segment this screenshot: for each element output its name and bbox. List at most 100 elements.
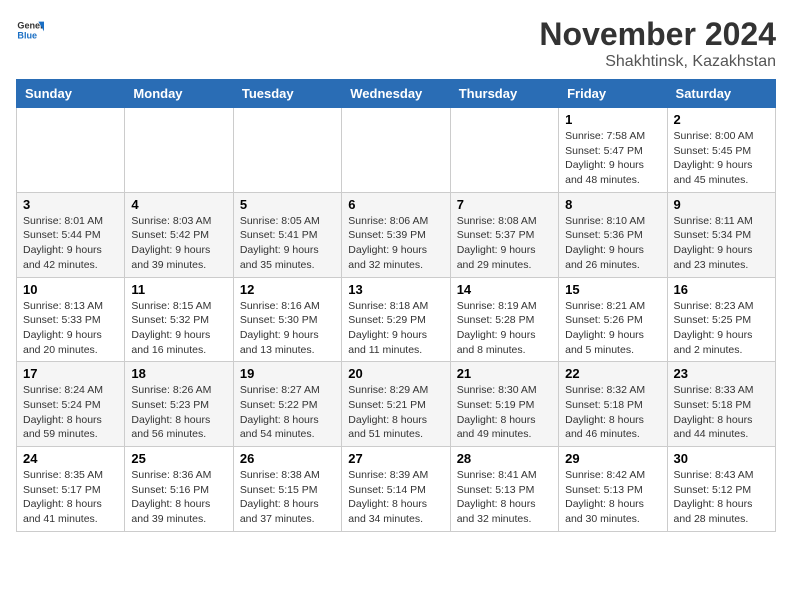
day-number: 11 bbox=[131, 282, 226, 297]
day-number: 24 bbox=[23, 451, 118, 466]
calendar-table: SundayMondayTuesdayWednesdayThursdayFrid… bbox=[16, 79, 776, 532]
calendar-week-row: 17 Sunrise: 8:24 AM Sunset: 5:24 PM Dayli… bbox=[17, 362, 776, 447]
svg-text:Blue: Blue bbox=[17, 30, 37, 40]
day-info: Sunrise: 8:24 AM Sunset: 5:24 PM Dayligh… bbox=[23, 383, 118, 442]
calendar-week-row: 24 Sunrise: 8:35 AM Sunset: 5:17 PM Dayli… bbox=[17, 447, 776, 532]
logo: General Blue bbox=[16, 16, 44, 44]
calendar-cell: 14 Sunrise: 8:19 AM Sunset: 5:28 PM Dayli… bbox=[450, 277, 558, 362]
calendar-cell: 5 Sunrise: 8:05 AM Sunset: 5:41 PM Daylig… bbox=[233, 192, 341, 277]
day-number: 8 bbox=[565, 197, 660, 212]
day-info: Sunrise: 8:42 AM Sunset: 5:13 PM Dayligh… bbox=[565, 468, 660, 527]
day-info: Sunrise: 8:06 AM Sunset: 5:39 PM Dayligh… bbox=[348, 214, 443, 273]
calendar-cell: 1 Sunrise: 7:58 AM Sunset: 5:47 PM Daylig… bbox=[559, 108, 667, 193]
weekday-header-monday: Monday bbox=[125, 80, 233, 108]
header: General Blue November 2024 Shakhtinsk, K… bbox=[16, 16, 776, 71]
calendar-cell: 7 Sunrise: 8:08 AM Sunset: 5:37 PM Daylig… bbox=[450, 192, 558, 277]
day-info: Sunrise: 8:15 AM Sunset: 5:32 PM Dayligh… bbox=[131, 299, 226, 358]
calendar-cell: 21 Sunrise: 8:30 AM Sunset: 5:19 PM Dayli… bbox=[450, 362, 558, 447]
calendar-cell: 9 Sunrise: 8:11 AM Sunset: 5:34 PM Daylig… bbox=[667, 192, 775, 277]
weekday-header-sunday: Sunday bbox=[17, 80, 125, 108]
calendar-cell bbox=[233, 108, 341, 193]
day-number: 4 bbox=[131, 197, 226, 212]
calendar-cell: 25 Sunrise: 8:36 AM Sunset: 5:16 PM Dayli… bbox=[125, 447, 233, 532]
day-info: Sunrise: 8:10 AM Sunset: 5:36 PM Dayligh… bbox=[565, 214, 660, 273]
calendar-week-row: 1 Sunrise: 7:58 AM Sunset: 5:47 PM Daylig… bbox=[17, 108, 776, 193]
weekday-header-friday: Friday bbox=[559, 80, 667, 108]
calendar-cell: 19Sunrise: 8:27 AM Sunset: 5:22 PM Dayli… bbox=[233, 362, 341, 447]
day-number: 1 bbox=[565, 112, 660, 127]
day-info: Sunrise: 8:35 AM Sunset: 5:17 PM Dayligh… bbox=[23, 468, 118, 527]
day-info: Sunrise: 8:18 AM Sunset: 5:29 PM Dayligh… bbox=[348, 299, 443, 358]
day-info: Sunrise: 8:05 AM Sunset: 5:41 PM Dayligh… bbox=[240, 214, 335, 273]
day-number: 14 bbox=[457, 282, 552, 297]
day-number: 27 bbox=[348, 451, 443, 466]
day-info: Sunrise: 8:13 AM Sunset: 5:33 PM Dayligh… bbox=[23, 299, 118, 358]
day-info: Sunrise: 8:19 AM Sunset: 5:28 PM Dayligh… bbox=[457, 299, 552, 358]
calendar-cell: 30 Sunrise: 8:43 AM Sunset: 5:12 PM Dayli… bbox=[667, 447, 775, 532]
calendar-cell: 22Sunrise: 8:32 AM Sunset: 5:18 PM Dayli… bbox=[559, 362, 667, 447]
day-number: 5 bbox=[240, 197, 335, 212]
day-info: Sunrise: 8:38 AM Sunset: 5:15 PM Dayligh… bbox=[240, 468, 335, 527]
calendar-cell: 13 Sunrise: 8:18 AM Sunset: 5:29 PM Dayli… bbox=[342, 277, 450, 362]
day-number: 28 bbox=[457, 451, 552, 466]
day-number: 13 bbox=[348, 282, 443, 297]
day-info: Sunrise: 8:08 AM Sunset: 5:37 PM Dayligh… bbox=[457, 214, 552, 273]
weekday-header-thursday: Thursday bbox=[450, 80, 558, 108]
day-info: Sunrise: 8:01 AM Sunset: 5:44 PM Dayligh… bbox=[23, 214, 118, 273]
day-info: Sunrise: 8:39 AM Sunset: 5:14 PM Dayligh… bbox=[348, 468, 443, 527]
day-number: 18 bbox=[131, 366, 226, 381]
day-info: Sunrise: 8:43 AM Sunset: 5:12 PM Dayligh… bbox=[674, 468, 769, 527]
calendar-cell: 3 Sunrise: 8:01 AM Sunset: 5:44 PM Daylig… bbox=[17, 192, 125, 277]
day-number: 7 bbox=[457, 197, 552, 212]
day-number: 6 bbox=[348, 197, 443, 212]
calendar-cell: 8 Sunrise: 8:10 AM Sunset: 5:36 PM Daylig… bbox=[559, 192, 667, 277]
calendar-cell: 16 Sunrise: 8:23 AM Sunset: 5:25 PM Dayli… bbox=[667, 277, 775, 362]
calendar-cell: 18Sunrise: 8:26 AM Sunset: 5:23 PM Dayli… bbox=[125, 362, 233, 447]
calendar-cell: 6 Sunrise: 8:06 AM Sunset: 5:39 PM Daylig… bbox=[342, 192, 450, 277]
day-info: Sunrise: 8:30 AM Sunset: 5:19 PM Dayligh… bbox=[457, 383, 552, 442]
day-number: 26 bbox=[240, 451, 335, 466]
weekday-header-row: SundayMondayTuesdayWednesdayThursdayFrid… bbox=[17, 80, 776, 108]
day-info: Sunrise: 7:58 AM Sunset: 5:47 PM Dayligh… bbox=[565, 129, 660, 188]
day-number: 3 bbox=[23, 197, 118, 212]
location-subtitle: Shakhtinsk, Kazakhstan bbox=[539, 53, 776, 71]
day-info: Sunrise: 8:29 AM Sunset: 5:21 PM Dayligh… bbox=[348, 383, 443, 442]
day-info: Sunrise: 8:32 AM Sunset: 5:18 PM Dayligh… bbox=[565, 383, 660, 442]
calendar-cell: 15Sunrise: 8:21 AM Sunset: 5:26 PM Dayli… bbox=[559, 277, 667, 362]
calendar-cell: 10 Sunrise: 8:13 AM Sunset: 5:33 PM Dayli… bbox=[17, 277, 125, 362]
calendar-cell bbox=[17, 108, 125, 193]
calendar-cell: 29 Sunrise: 8:42 AM Sunset: 5:13 PM Dayli… bbox=[559, 447, 667, 532]
day-info: Sunrise: 8:36 AM Sunset: 5:16 PM Dayligh… bbox=[131, 468, 226, 527]
calendar-cell: 28 Sunrise: 8:41 AM Sunset: 5:13 PM Dayli… bbox=[450, 447, 558, 532]
day-number: 2 bbox=[674, 112, 769, 127]
calendar-cell: 17 Sunrise: 8:24 AM Sunset: 5:24 PM Dayli… bbox=[17, 362, 125, 447]
day-number: 21 bbox=[457, 366, 552, 381]
day-info: Sunrise: 8:00 AM Sunset: 5:45 PM Dayligh… bbox=[674, 129, 769, 188]
day-number: 16 bbox=[674, 282, 769, 297]
day-info: Sunrise: 8:41 AM Sunset: 5:13 PM Dayligh… bbox=[457, 468, 552, 527]
calendar-cell: 12Sunrise: 8:16 AM Sunset: 5:30 PM Dayli… bbox=[233, 277, 341, 362]
calendar-cell bbox=[125, 108, 233, 193]
day-info: Sunrise: 8:11 AM Sunset: 5:34 PM Dayligh… bbox=[674, 214, 769, 273]
calendar-cell bbox=[342, 108, 450, 193]
day-number: 29 bbox=[565, 451, 660, 466]
day-info: Sunrise: 8:23 AM Sunset: 5:25 PM Dayligh… bbox=[674, 299, 769, 358]
day-number: 19 bbox=[240, 366, 335, 381]
day-number: 23 bbox=[674, 366, 769, 381]
day-number: 30 bbox=[674, 451, 769, 466]
day-number: 10 bbox=[23, 282, 118, 297]
calendar-cell: 20 Sunrise: 8:29 AM Sunset: 5:21 PM Dayli… bbox=[342, 362, 450, 447]
calendar-cell: 11 Sunrise: 8:15 AM Sunset: 5:32 PM Dayli… bbox=[125, 277, 233, 362]
logo-icon: General Blue bbox=[16, 16, 44, 44]
month-year-title: November 2024 bbox=[539, 16, 776, 53]
calendar-cell: 2 Sunrise: 8:00 AM Sunset: 5:45 PM Daylig… bbox=[667, 108, 775, 193]
calendar-week-row: 3 Sunrise: 8:01 AM Sunset: 5:44 PM Daylig… bbox=[17, 192, 776, 277]
day-number: 20 bbox=[348, 366, 443, 381]
day-number: 25 bbox=[131, 451, 226, 466]
weekday-header-saturday: Saturday bbox=[667, 80, 775, 108]
day-number: 9 bbox=[674, 197, 769, 212]
weekday-header-wednesday: Wednesday bbox=[342, 80, 450, 108]
day-number: 17 bbox=[23, 366, 118, 381]
day-info: Sunrise: 8:21 AM Sunset: 5:26 PM Dayligh… bbox=[565, 299, 660, 358]
calendar-cell bbox=[450, 108, 558, 193]
